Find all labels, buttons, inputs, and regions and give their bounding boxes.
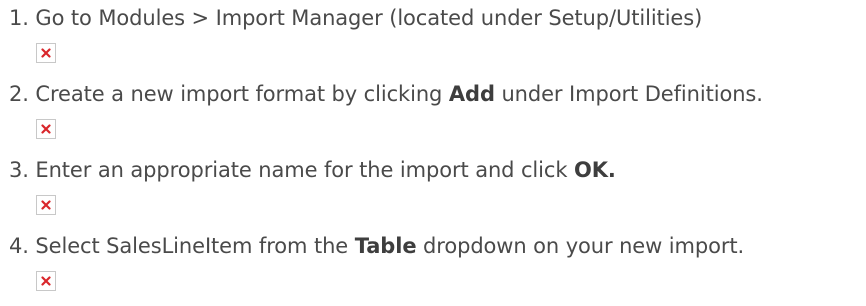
red-x-icon (41, 276, 51, 286)
broken-image-icon (36, 119, 56, 139)
step-bold-text: Add (448, 82, 495, 106)
step-bold-text: OK. (573, 158, 616, 182)
step-2: 2. Create a new import format by clickin… (0, 76, 866, 152)
step-2-text: 2. Create a new import format by clickin… (9, 80, 763, 108)
step-text-after: dropdown on your new import. (416, 234, 745, 258)
step-4-text: 4. Select SalesLineItem from the Table d… (9, 232, 744, 260)
step-number: 1. (9, 6, 29, 30)
step-4: 4. Select SalesLineItem from the Table d… (0, 228, 866, 304)
step-3-text: 3. Enter an appropriate name for the imp… (9, 156, 616, 184)
step-number: 3. (9, 158, 29, 182)
step-number: 2. (9, 82, 29, 106)
red-x-icon (41, 124, 51, 134)
broken-image-icon (36, 43, 56, 63)
step-text-before: Enter an appropriate name for the import… (35, 158, 574, 182)
step-number: 4. (9, 234, 29, 258)
red-x-icon (41, 48, 51, 58)
red-x-icon (41, 200, 51, 210)
step-1-text: 1. Go to Modules > Import Manager (locat… (9, 4, 702, 32)
step-1: 1. Go to Modules > Import Manager (locat… (0, 0, 866, 76)
step-text-after: under Import Definitions. (494, 82, 763, 106)
instruction-steps-list: 1. Go to Modules > Import Manager (locat… (0, 0, 866, 304)
step-bold-text: Table (354, 234, 417, 258)
step-3: 3. Enter an appropriate name for the imp… (0, 152, 866, 228)
step-text-before: Select SalesLineItem from the (35, 234, 355, 258)
step-text-before: Create a new import format by clicking (35, 82, 449, 106)
step-text-before: Go to Modules > Import Manager (located … (35, 6, 703, 30)
broken-image-icon (36, 271, 56, 291)
broken-image-icon (36, 195, 56, 215)
